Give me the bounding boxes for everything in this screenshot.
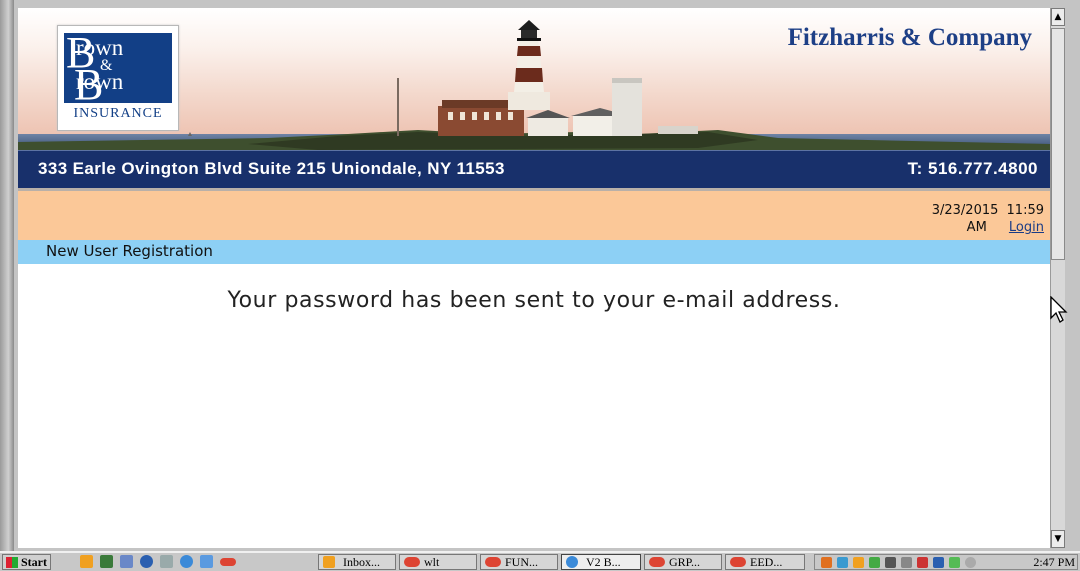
logo-line1: rown	[76, 35, 124, 60]
current-time: 11:59	[1006, 203, 1044, 218]
task-eed[interactable]: EED...	[725, 554, 805, 570]
tray-icon[interactable]	[901, 557, 912, 568]
terminal-icon	[485, 557, 501, 567]
taskbar-clock[interactable]: 2:47 PM	[1033, 555, 1075, 570]
task-label: GRP...	[669, 555, 701, 569]
search-icon[interactable]	[160, 555, 173, 568]
page-title: New User Registration	[46, 242, 213, 260]
internet-explorer-icon[interactable]	[180, 555, 193, 568]
tray-icon[interactable]	[933, 557, 944, 568]
tray-icon[interactable]	[853, 557, 864, 568]
desktop-icon[interactable]	[100, 555, 113, 568]
scroll-down-button[interactable]: ▼	[1051, 530, 1065, 548]
task-label: Inbox...	[343, 555, 380, 569]
terminal-icon	[649, 557, 665, 567]
address-strip: 333 Earle Ovington Blvd Suite 215 Uniond…	[18, 150, 1050, 188]
system-tray: 2:47 PM	[814, 554, 1078, 570]
browser-frame: Fitzharris & Company B B rown & rown INS…	[0, 0, 1080, 551]
scroll-thumb[interactable]	[1051, 28, 1065, 260]
terminal-icon	[730, 557, 746, 567]
app-icon[interactable]	[220, 558, 236, 566]
windows-flag-icon	[6, 557, 18, 568]
task-label: FUN...	[505, 555, 539, 569]
tray-icon[interactable]	[821, 557, 832, 568]
network-icon[interactable]	[949, 557, 960, 568]
vertical-scrollbar[interactable]: ▲ ▼	[1050, 8, 1065, 548]
tray-icon[interactable]	[885, 557, 896, 568]
internet-explorer-icon	[566, 556, 578, 568]
task-label: wlt	[424, 555, 440, 569]
scroll-up-button[interactable]: ▲	[1051, 8, 1065, 26]
confirmation-message: Your password has been sent to your e-ma…	[227, 288, 841, 313]
tray-icon[interactable]	[869, 557, 880, 568]
logo-emblem: B B rown & rown	[64, 31, 172, 107]
section-bar: New User Registration	[18, 240, 1050, 264]
explorer-icon[interactable]	[120, 555, 133, 568]
task-inbox[interactable]: Inbox...	[318, 554, 396, 570]
media-icon[interactable]	[140, 555, 153, 568]
current-date: 3/23/2015	[931, 203, 999, 218]
task-label: EED...	[750, 555, 783, 569]
current-ampm: AM	[966, 220, 987, 235]
task-fun[interactable]: FUN...	[480, 554, 558, 570]
tray-icon[interactable]	[917, 557, 928, 568]
start-button[interactable]: Start	[2, 554, 51, 570]
tray-icon[interactable]	[837, 557, 848, 568]
mouse-cursor-icon	[1050, 296, 1068, 323]
task-label: V2 B...	[586, 555, 621, 569]
login-link[interactable]: Login	[1009, 220, 1044, 235]
brown-brown-logo[interactable]: B B rown & rown INSURANCE	[57, 25, 179, 131]
header-banner: Fitzharris & Company B B rown & rown INS…	[18, 8, 1050, 188]
company-name: Fitzharris & Company	[787, 24, 1032, 51]
task-grp[interactable]: GRP...	[644, 554, 722, 570]
outlook-icon[interactable]	[80, 555, 93, 568]
date-login-bar: 3/23/2015 11:59 AM Login	[18, 188, 1050, 240]
browser-viewport: Fitzharris & Company B B rown & rown INS…	[18, 8, 1050, 548]
logo-line2: rown	[76, 69, 124, 94]
phone-number: T: 516.777.4800	[907, 159, 1038, 178]
task-v2-browser[interactable]: V2 B...	[561, 554, 641, 570]
window-border	[0, 0, 14, 551]
outlook-icon	[323, 556, 335, 568]
start-label: Start	[21, 555, 47, 569]
volume-icon[interactable]	[965, 557, 976, 568]
datetime-block: 3/23/2015 11:59 AM Login	[904, 202, 1044, 236]
task-wlt[interactable]: wlt	[399, 554, 477, 570]
office-address: 333 Earle Ovington Blvd Suite 215 Uniond…	[38, 159, 505, 178]
windows-taskbar: Start Inbox... wlt FUN... V2 B... GRP...…	[0, 551, 1080, 571]
browser-icon[interactable]	[200, 555, 213, 568]
terminal-icon	[404, 557, 420, 567]
logo-insurance-text: INSURANCE	[73, 106, 163, 121]
